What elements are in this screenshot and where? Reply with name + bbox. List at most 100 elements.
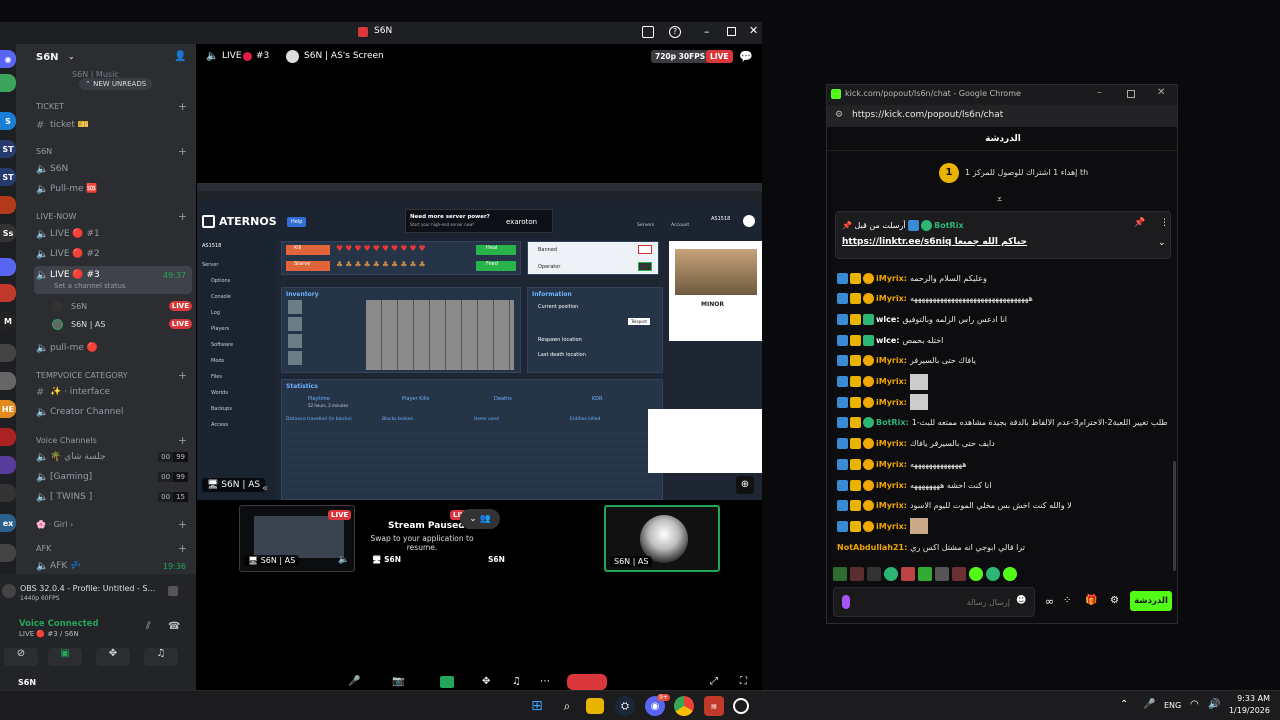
channel-pull-me-2[interactable]: 🔈 pull-me 🔴 xyxy=(36,339,192,357)
channel-live-2[interactable]: 🔈 LIVE 🔴 #2 xyxy=(36,245,192,263)
nav-item[interactable]: Log xyxy=(211,310,220,316)
add-channel-icon[interactable]: + xyxy=(178,100,187,113)
nav-item[interactable]: Console xyxy=(211,294,231,300)
channel-s6n[interactable]: 🔈 S6N xyxy=(36,160,192,178)
chevron-up-icon[interactable]: ⌃ xyxy=(1120,699,1128,710)
category-afk[interactable]: AFK xyxy=(36,544,51,553)
chat-username[interactable]: iMyrix: xyxy=(876,501,907,510)
feed-button[interactable]: Feed xyxy=(476,261,516,271)
windows-start-icon[interactable]: ⊞ xyxy=(527,696,547,716)
clock-date[interactable]: 1/19/2026 xyxy=(1226,706,1270,715)
more-icon[interactable]: ⋮ xyxy=(1160,218,1169,228)
close-activity-icon[interactable] xyxy=(168,586,178,596)
emote-icon[interactable] xyxy=(1003,567,1017,581)
server-icon[interactable] xyxy=(0,428,16,446)
tile-controls[interactable]: ⌄ 👥 xyxy=(460,509,500,529)
teleport-button[interactable]: Teleport xyxy=(628,318,650,325)
server-icon[interactable] xyxy=(0,484,16,502)
ad-banner[interactable]: Need more server power? Start your high-… xyxy=(405,209,553,233)
chat-username[interactable]: iMyrix: xyxy=(876,294,907,303)
settings-icon[interactable]: ⚙ xyxy=(1110,595,1119,606)
server-icon[interactable] xyxy=(0,344,16,362)
kill-button[interactable]: Kill xyxy=(286,245,330,255)
chrome-address-bar[interactable]: ⚙ https://kick.com/popout/ls6n/chat xyxy=(827,105,1177,127)
user-tag[interactable]: S6N xyxy=(18,678,36,687)
chat-message[interactable]: iMyrix: دايف حتى بالسيرفر يافاك xyxy=(837,435,1167,453)
scrollbar[interactable] xyxy=(1173,461,1176,571)
heal-button[interactable]: Heal xyxy=(476,245,516,255)
category-live-now[interactable]: LIVE-NOW xyxy=(36,212,76,221)
obs-taskbar-icon[interactable] xyxy=(733,698,749,714)
folder-icon[interactable] xyxy=(0,258,16,276)
chat-username[interactable]: wlce: xyxy=(876,336,900,345)
screen-share-icon[interactable] xyxy=(440,676,454,688)
fullscreen-icon[interactable]: ⛶ xyxy=(740,676,747,687)
emote-icon[interactable] xyxy=(952,567,966,581)
nav-item[interactable]: Options xyxy=(211,278,230,284)
volume-icon[interactable]: 🔊 xyxy=(1208,699,1220,710)
steam-icon[interactable]: ⛭ xyxy=(615,696,635,716)
popout-icon[interactable]: ⤢ xyxy=(710,676,718,687)
emote-icon[interactable] xyxy=(884,567,898,581)
emote-icon[interactable] xyxy=(918,567,932,581)
emote-icon[interactable] xyxy=(850,567,864,581)
ad-sidebar[interactable]: MINOR xyxy=(669,241,762,341)
close-icon[interactable]: ✕ xyxy=(1157,87,1165,98)
chat-message[interactable]: wlce: اختله بحمص xyxy=(837,331,1167,349)
inventory-grid[interactable] xyxy=(366,300,514,370)
search-icon[interactable]: ⌕ xyxy=(557,696,577,716)
server-icon[interactable]: S xyxy=(0,112,16,130)
nav-item[interactable]: Mods xyxy=(211,358,224,364)
chat-username[interactable]: iMyrix: xyxy=(876,274,907,283)
nav-servers[interactable]: Servers xyxy=(637,223,654,228)
chat-input[interactable] xyxy=(860,593,1010,611)
add-channel-icon[interactable]: + xyxy=(178,369,187,382)
chat-message[interactable]: iMyrix: انا كنت احشه ههههههههه xyxy=(837,476,1167,494)
wifi-icon[interactable]: ◠ xyxy=(1190,699,1199,710)
operator-toggle[interactable] xyxy=(638,262,652,271)
server-icon[interactable] xyxy=(0,196,16,214)
emote-icon[interactable] xyxy=(969,567,983,581)
more-icon[interactable]: ⋯ xyxy=(540,676,550,687)
gift-icon[interactable]: 🎁 xyxy=(1085,595,1097,606)
users-icon[interactable]: ⁘ xyxy=(1063,595,1071,606)
server-icon[interactable] xyxy=(0,74,16,92)
chat-message[interactable]: iMyrix: وعليكم السلام والرحمه xyxy=(837,269,1167,287)
banned-toggle[interactable] xyxy=(638,245,652,254)
emote-icon[interactable] xyxy=(867,567,881,581)
close-icon[interactable]: ✕ xyxy=(749,24,758,37)
voice-user[interactable]: S6N LIVE xyxy=(52,298,192,314)
channel-live-1[interactable]: 🔈 LIVE 🔴 #1 xyxy=(36,225,192,243)
voice-user[interactable]: S6N | AS LIVE xyxy=(52,316,192,332)
category-girl[interactable]: 🌸 · Girl › xyxy=(36,520,73,529)
channel-interface[interactable]: # ✨ · interface xyxy=(36,383,192,401)
chat-username[interactable]: iMyrix: xyxy=(876,398,907,407)
slot[interactable] xyxy=(288,300,302,314)
site-settings-icon[interactable]: ⚙ xyxy=(835,110,843,120)
server-icon[interactable]: HE xyxy=(0,400,16,418)
chat-message[interactable]: BotRix:عدم طلب تغيير اللعبة2-الاحترام3-ع… xyxy=(837,414,1167,432)
pinned-text[interactable]: https://linktr.ee/s6niq حياكم الله جميعا xyxy=(842,237,1027,247)
screen-share-icon[interactable] xyxy=(642,26,654,38)
add-channel-icon[interactable]: + xyxy=(178,210,187,223)
maximize-icon[interactable] xyxy=(1127,90,1135,98)
server-icon[interactable] xyxy=(0,372,16,390)
chat-message[interactable]: iMyrix: لا والله كنت اخش بس مخلي الموت لل… xyxy=(837,497,1167,515)
slot[interactable] xyxy=(288,317,302,331)
video-off-icon[interactable]: ⊘ xyxy=(4,648,38,666)
chat-message[interactable]: iMyrix: xyxy=(837,517,1167,535)
chat-message[interactable]: wlce: انا ادعس راس الزلمه وبالتوفيق xyxy=(837,310,1167,328)
volume-icon[interactable]: 🔈 xyxy=(338,555,349,565)
infinity-icon[interactable]: ∞ xyxy=(1045,595,1054,608)
chat-username[interactable]: iMyrix: xyxy=(876,522,907,531)
file-explorer-icon[interactable] xyxy=(586,698,604,714)
microphone-icon[interactable] xyxy=(842,595,850,609)
server-icon[interactable]: ST xyxy=(0,168,16,186)
microphone-icon[interactable]: 🎤 xyxy=(348,676,360,687)
server-icon[interactable] xyxy=(0,284,16,302)
channel-creator[interactable]: 🔈 Creator Channel xyxy=(36,403,192,421)
channel-ticket[interactable]: # ticket 🎫 xyxy=(36,116,192,134)
chevron-down-icon[interactable]: ⌄ xyxy=(68,52,75,61)
nav-item[interactable]: Backups xyxy=(211,406,232,412)
clock-time[interactable]: 9:33 AM xyxy=(1236,694,1270,703)
